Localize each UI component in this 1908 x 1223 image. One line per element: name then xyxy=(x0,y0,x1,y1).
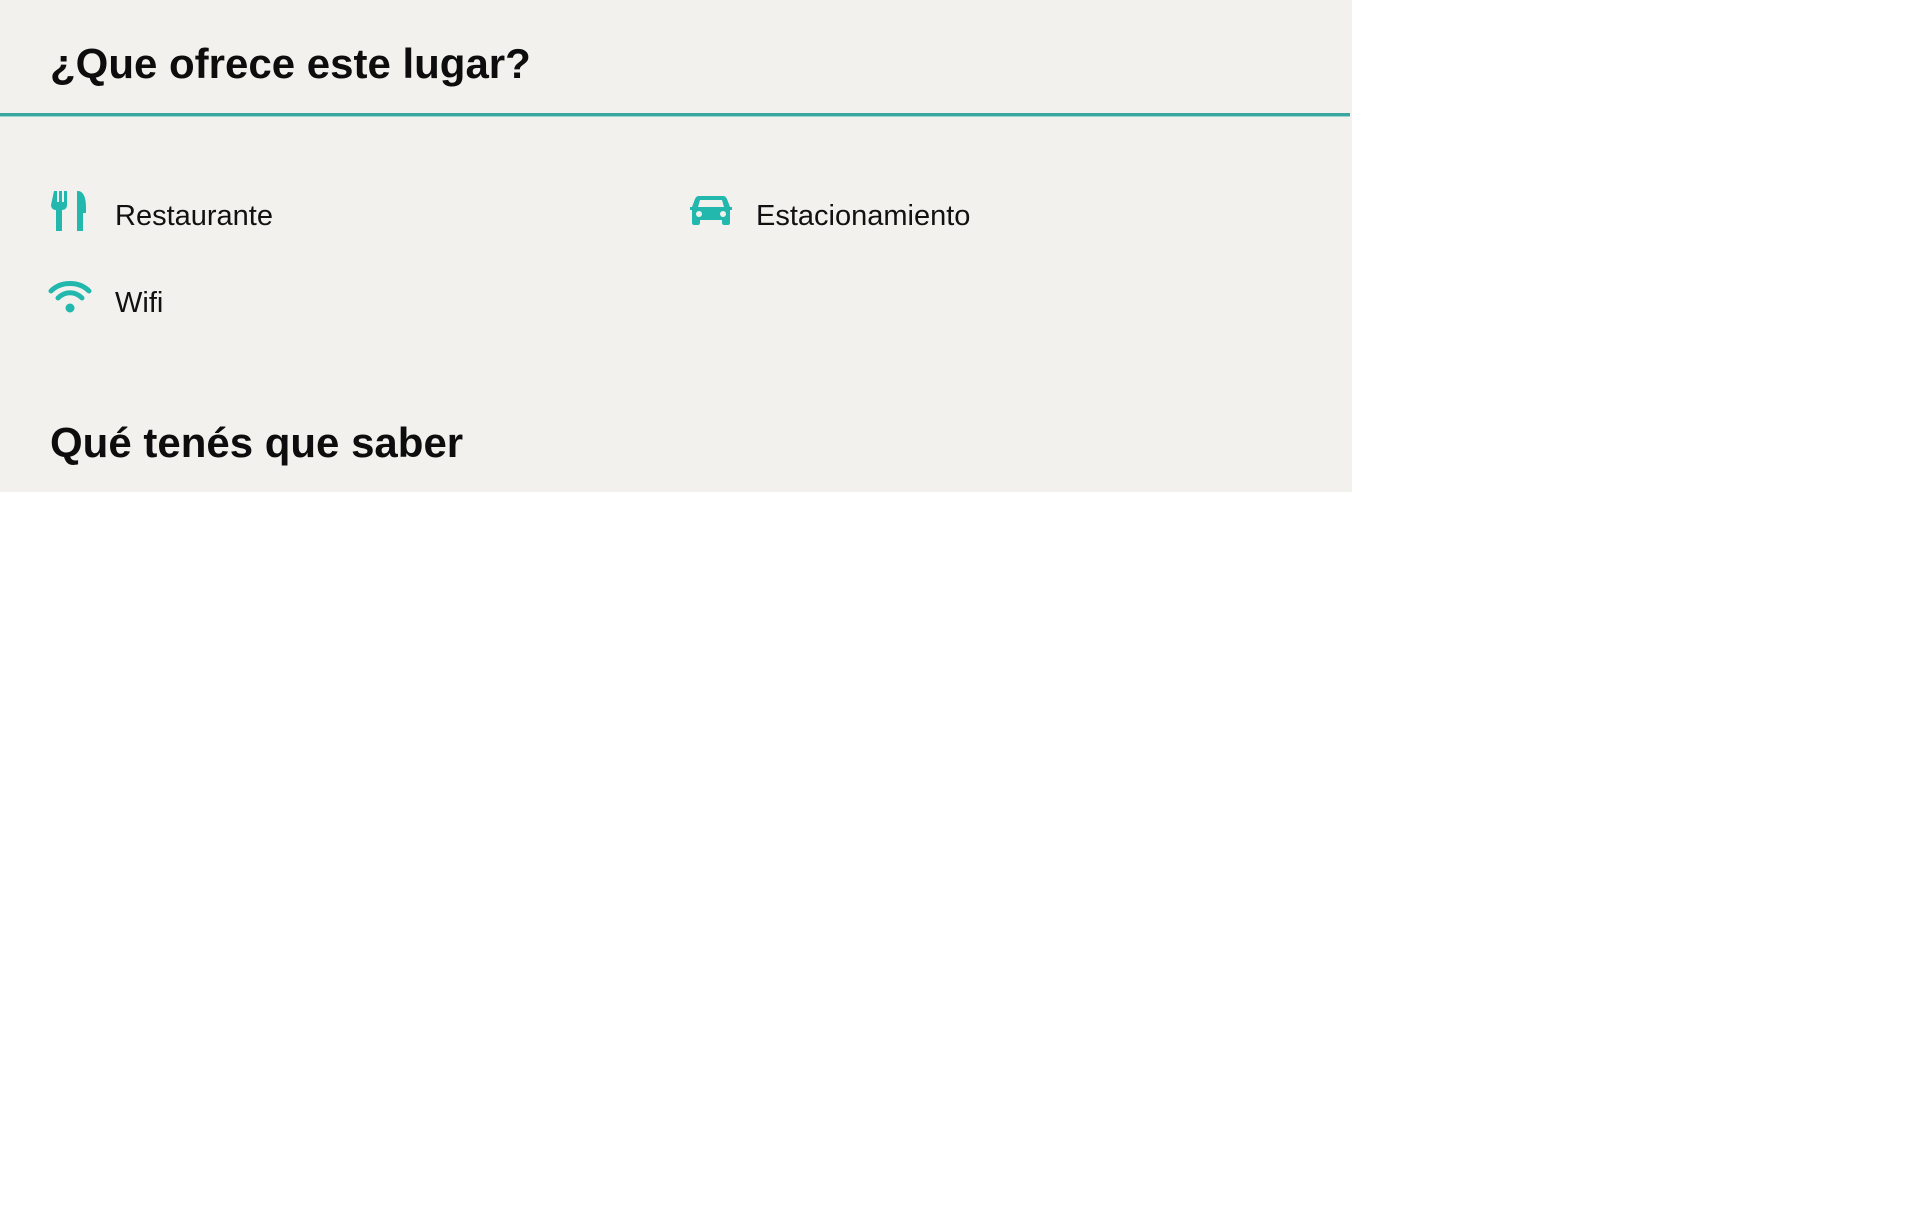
wifi-icon xyxy=(48,276,92,320)
section-divider xyxy=(0,113,1350,117)
offers-heading: ¿Que ofrece este lugar? xyxy=(50,40,531,87)
fork-knife-icon xyxy=(48,189,92,233)
amenities-panel: ¿Que ofrece este lugar? Restaurante Esta… xyxy=(0,0,1352,492)
info-heading: Qué tenés que saber xyxy=(50,419,464,466)
feature-item-restaurant: Restaurante xyxy=(48,186,273,236)
feature-item-wifi: Wifi xyxy=(48,273,163,323)
feature-label: Restaurante xyxy=(115,199,273,232)
feature-label: Wifi xyxy=(115,286,164,319)
feature-item-parking: Estacionamiento xyxy=(689,186,970,236)
feature-label: Estacionamiento xyxy=(756,199,971,232)
car-icon xyxy=(689,189,733,233)
